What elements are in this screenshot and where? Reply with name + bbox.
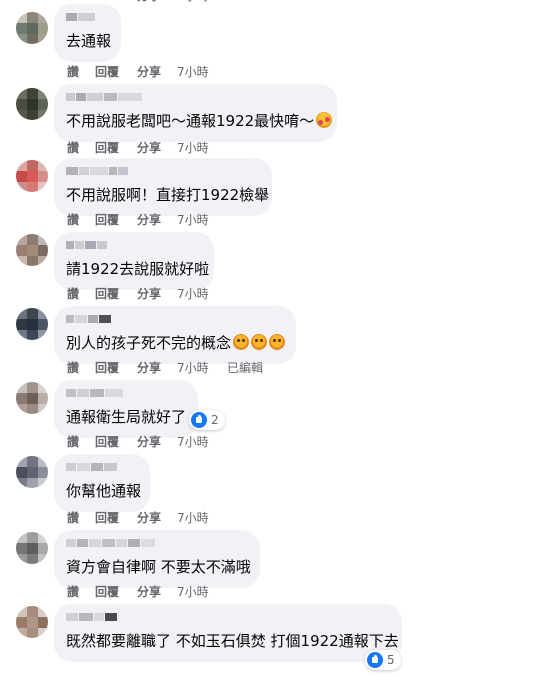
author-name-redacted[interactable] xyxy=(66,463,117,472)
comment-time[interactable]: 7小時 xyxy=(177,286,209,302)
comment-text: 別人的孩子死不完的概念 xyxy=(66,333,286,353)
reply-button[interactable]: 回覆 xyxy=(95,510,119,526)
like-button[interactable]: 讚 xyxy=(67,510,79,526)
author-name-redacted[interactable] xyxy=(66,241,107,250)
author-name-redacted[interactable] xyxy=(66,539,155,548)
comment-bubble: 別人的孩子死不完的概念 xyxy=(54,306,296,364)
author-name-redacted[interactable] xyxy=(66,315,111,324)
smiling-face-with-hearts-icon xyxy=(316,112,333,128)
angry-face-icon xyxy=(269,334,286,350)
comment-text: 你幫他通報 xyxy=(66,482,142,500)
avatar[interactable] xyxy=(16,234,48,266)
angry-face-icon xyxy=(233,334,250,350)
like-button[interactable]: 讚 xyxy=(67,286,79,302)
comment-bubble: 請1922去說服就好啦 xyxy=(54,232,214,290)
like-icon xyxy=(367,652,383,668)
like-button[interactable]: 讚 xyxy=(67,212,79,228)
avatar[interactable] xyxy=(16,456,48,488)
comment-time: 7小時 xyxy=(177,0,209,4)
comment-bubble: 資方會自律啊 不要太不滿哦 xyxy=(54,530,260,588)
like-button[interactable]: 讚 xyxy=(67,64,79,80)
avatar[interactable] xyxy=(16,606,48,638)
reaction-count: 5 xyxy=(387,653,395,667)
comment-bubble: 既然都要離職了 不如玉石俱焚 打個1922通報下去 xyxy=(54,604,402,662)
like-button[interactable]: 讚 xyxy=(67,584,79,600)
share-button[interactable]: 分享 xyxy=(137,212,161,228)
avatar[interactable] xyxy=(16,88,48,120)
reaction-count: 2 xyxy=(211,413,219,427)
comment-text: 不用說服老闆吧～通報1922最快唷～ xyxy=(66,111,333,131)
comment-time[interactable]: 7小時 xyxy=(177,584,209,600)
comment-text: 請1922去說服就好啦 xyxy=(66,260,210,278)
author-name-redacted[interactable] xyxy=(66,389,123,398)
avatar[interactable] xyxy=(16,160,48,192)
edited-label: 已編輯 xyxy=(227,361,264,375)
comment-bubble: 不用說服老闆吧～通報1922最快唷～ xyxy=(54,84,337,142)
share-button[interactable]: 分享 xyxy=(137,360,161,376)
share-button[interactable]: 分享 xyxy=(137,510,161,526)
comment-bubble: 通報衛生局就好了 xyxy=(54,380,198,438)
like-icon xyxy=(191,412,207,428)
avatar[interactable] xyxy=(16,308,48,340)
reply-button[interactable]: 回覆 xyxy=(95,584,119,600)
author-name-redacted[interactable] xyxy=(66,613,117,622)
comment-text: 既然都要離職了 不如玉石俱焚 打個1922通報下去 xyxy=(66,632,399,650)
like-button[interactable]: 讚 xyxy=(67,434,79,450)
comment-time[interactable]: 7小時 xyxy=(177,434,209,450)
share-button[interactable]: 分享 xyxy=(137,286,161,302)
avatar[interactable] xyxy=(16,532,48,564)
share-button[interactable]: 分享 xyxy=(137,584,161,600)
reaction-count-badge[interactable]: 5 xyxy=(365,650,401,670)
author-name-redacted[interactable] xyxy=(66,93,142,102)
reply-button[interactable]: 回覆 xyxy=(95,140,119,156)
share-button[interactable]: 分享 xyxy=(137,140,161,156)
reply-button[interactable]: 回覆 xyxy=(95,286,119,302)
comment-time[interactable]: 7小時 xyxy=(177,510,209,526)
reply-button[interactable]: 回覆 xyxy=(95,434,119,450)
comment-time[interactable]: 7小時 xyxy=(177,360,209,376)
like-button[interactable]: 讚 xyxy=(67,140,79,156)
share-button[interactable]: 分享 xyxy=(137,0,161,4)
comment-bubble: 你幫他通報 xyxy=(54,454,150,512)
reply-button[interactable]: 回覆 xyxy=(95,212,119,228)
comment-time[interactable]: 7小時 xyxy=(177,64,209,80)
avatar[interactable] xyxy=(16,382,48,414)
comment-text: 通報衛生局就好了 xyxy=(66,408,187,426)
share-button[interactable]: 分享 xyxy=(137,434,161,450)
author-name-redacted[interactable] xyxy=(66,167,128,176)
comment-time[interactable]: 7小時 xyxy=(177,140,209,156)
comment-time[interactable]: 7小時 xyxy=(177,212,209,228)
comment-text: 資方會自律啊 不要太不滿哦 xyxy=(66,558,251,576)
author-name-redacted[interactable] xyxy=(66,13,95,22)
comment-bubble: 去通報 xyxy=(54,4,121,62)
share-button[interactable]: 分享 xyxy=(137,64,161,80)
comment-text: 去通報 xyxy=(66,32,112,50)
reply-button[interactable]: 回覆 xyxy=(95,64,119,80)
reaction-count-badge[interactable]: 2 xyxy=(189,410,225,430)
comment-bubble: 不用說服啊！直接打1922檢舉 xyxy=(54,158,272,216)
angry-face-icon xyxy=(251,334,268,350)
comment-text: 不用說服啊！直接打1922檢舉 xyxy=(66,186,270,204)
reply-button[interactable]: 回覆 xyxy=(95,360,119,376)
avatar[interactable] xyxy=(16,12,48,44)
like-button[interactable]: 讚 xyxy=(67,360,79,376)
